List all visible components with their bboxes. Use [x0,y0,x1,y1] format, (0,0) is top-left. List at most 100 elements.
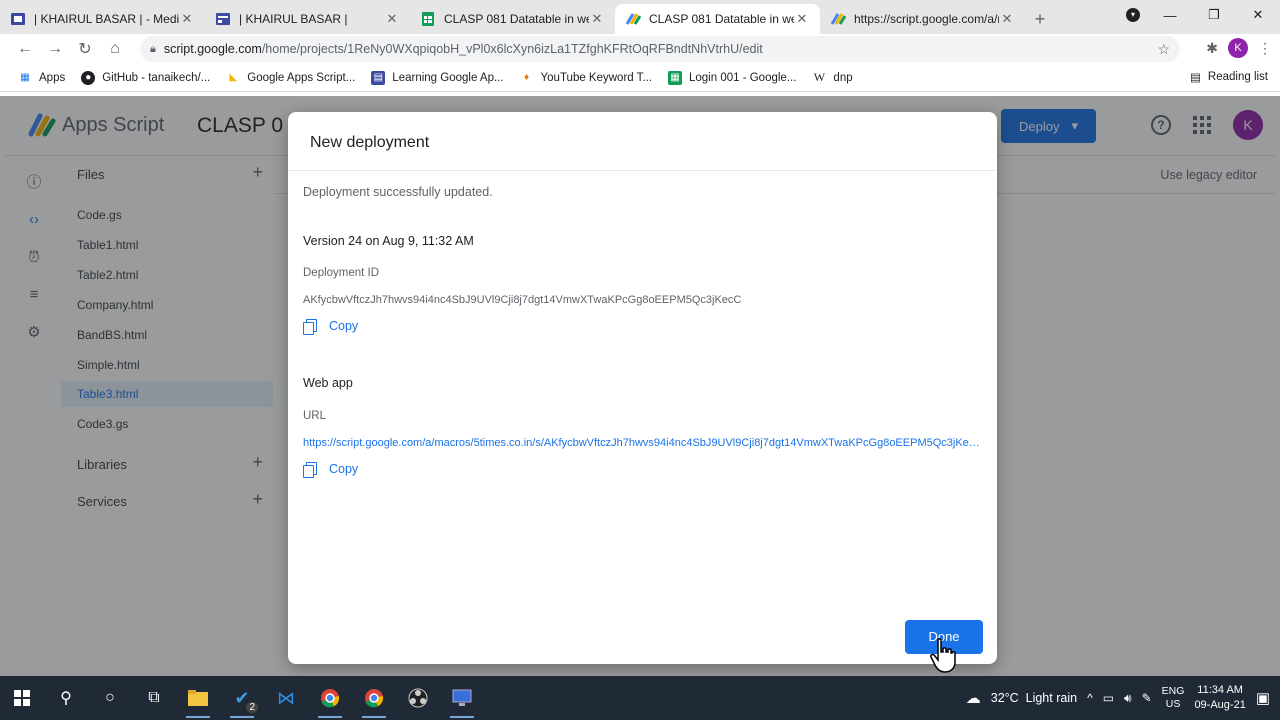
chrome-profile-icon[interactable] [352,676,396,720]
chevron-up-icon[interactable]: ^ [1087,691,1093,705]
deployment-id-value[interactable]: AKfycbwVftczJh7hwvs94i4nc4SbJ9UVl9Cji8j7… [303,294,741,306]
reading-list-button[interactable]: ▤ Reading list [1190,70,1268,84]
copy-label: Copy [329,462,359,476]
network-icon[interactable]: ▭ [1103,691,1114,705]
windows-start-icon[interactable] [0,676,44,720]
bookmark-label: GitHub - tanaikech/... [102,71,211,84]
cortana-circle-icon[interactable]: ○ [88,676,132,720]
remote-desktop-icon[interactable] [440,676,484,720]
apps-grid-icon: ▦ [20,72,30,83]
hand-pointer-cursor-icon [930,638,956,673]
tab-search-icon[interactable]: ▾ [1126,8,1140,22]
volume-icon[interactable]: 🔊︎ [1124,691,1132,706]
browser-tab-4-active[interactable]: CLASP 081 Datatable in web app ✕ [615,4,820,34]
weather-cloud-icon: ☁ [965,690,981,707]
reload-icon[interactable]: ↻ [70,39,100,59]
bookmark-github[interactable]: ● GitHub - tanaikech/... [81,70,211,85]
reading-list-icon: ▤ [1190,72,1201,84]
bookmark-label: Apps [39,71,66,84]
copy-icon [303,319,317,335]
obs-recorder-icon[interactable] [396,676,440,720]
web-app-url-link[interactable]: https://script.google.com/a/macros/5time… [303,437,983,449]
taskbar-clock[interactable]: 11:34 AM 09-Aug-21 [1194,683,1245,713]
url-text: script.google.com/home/projects/1ReNy0WX… [164,42,1158,56]
pen-icon[interactable]: ✎ [1142,691,1152,705]
menu-kebab-icon[interactable]: ⋮ [1258,40,1272,57]
bookmark-label: Login 001 - Google... [689,71,797,84]
apps-script-icon: ◣ [229,72,238,83]
system-tray: ☁ 32°C Light rain ^ ▭ 🔊︎ ✎ ENG US 11:34 A… [966,676,1280,720]
copy-deployment-id-button[interactable]: Copy [303,319,359,335]
deployment-status-message: Deployment successfully updated. [303,185,493,199]
tab-title: | KHAIRUL BASAR | - Media [34,12,179,26]
browser-tab-bar: | KHAIRUL BASAR | - Media ✕ | KHAIRUL BA… [0,0,1280,34]
back-arrow-icon[interactable]: ← [10,40,40,58]
lang-top: ENG [1161,685,1185,697]
search-icon[interactable]: ⚲ [44,676,88,720]
url-path: /home/projects/1ReNy0WXqpiqobH_vPl0x6lcX… [261,42,763,56]
copy-label: Copy [329,319,359,333]
close-icon[interactable]: ✕ [794,11,810,27]
bookmark-star-icon[interactable]: ☆ [1157,41,1170,58]
close-icon[interactable]: ✕ [384,11,400,27]
vscode-icon[interactable]: ✔ 2 [220,676,264,720]
bookmark-youtube-keyword[interactable]: ♦ YouTube Keyword T... [520,71,652,85]
clock-date: 09-Aug-21 [1194,699,1246,711]
sheets-icon: ▦ [668,70,682,85]
apps-script-icon [625,11,641,27]
extensions-puzzle-icon[interactable]: ✱ [1206,40,1218,57]
forward-arrow-icon[interactable]: → [40,40,70,58]
page-icon [215,11,231,27]
tab-title: | KHAIRUL BASAR | [239,12,348,26]
url-label: URL [303,410,327,422]
deployment-id-label: Deployment ID [303,267,380,279]
bookmark-label: Google Apps Script... [247,71,356,84]
sheets-icon [420,11,436,27]
bookmarks-bar: ▦ Apps ● GitHub - tanaikech/... ◣ Google Ap… [0,64,1280,92]
restore-icon[interactable]: ❐ [1192,7,1236,23]
dialog-divider [288,170,997,171]
close-window-icon[interactable]: ✕ [1236,7,1280,23]
browser-tab-2[interactable]: | KHAIRUL BASAR | ✕ [205,4,410,34]
close-icon[interactable]: ✕ [179,11,195,27]
bookmark-apps-script[interactable]: ◣ Google Apps Script... [226,71,355,85]
close-icon[interactable]: ✕ [589,11,605,27]
chrome-icon[interactable] [308,676,352,720]
address-bar[interactable]: 🔒︎ script.google.com/home/projects/1ReNy… [140,36,1180,62]
task-view-icon[interactable]: ⧉ [132,676,176,720]
toolbar-right: ✱ K ⋮ [1206,38,1272,58]
close-icon[interactable]: ✕ [999,11,1015,27]
file-explorer-icon[interactable] [176,676,220,720]
browser-tab-3[interactable]: CLASP 081 Datatable in web app ✕ [410,4,615,34]
notifications-icon[interactable]: ▣ [1256,689,1270,707]
browser-tab-5[interactable]: https://script.google.com/a/macros ✕ [820,4,1025,34]
browser-toolbar: ← → ↻ ⌂ 🔒︎ script.google.com/home/projec… [0,34,1280,64]
profile-avatar[interactable]: K [1228,38,1248,58]
bookmark-learning[interactable]: ▤ Learning Google Ap... [371,70,504,85]
tab-title: CLASP 081 Datatable in web app [444,12,589,26]
bookmark-label: Learning Google Ap... [392,71,504,84]
bookmark-login[interactable]: ▦ Login 001 - Google... [668,70,797,85]
browser-tab-1[interactable]: | KHAIRUL BASAR | - Media ✕ [0,4,205,34]
window-controls: — ❐ ✕ [1148,0,1280,30]
copy-url-button[interactable]: Copy [303,462,359,478]
vscode-alt-icon[interactable]: ⋈ [264,676,308,720]
flame-icon: ♦ [523,72,530,83]
bookmark-apps[interactable]: ▦ Apps [18,71,65,85]
language-indicator[interactable]: ENG US [1162,685,1185,711]
dialog-title: New deployment [310,134,430,151]
bookmark-dnp[interactable]: Wdnp [812,70,853,85]
github-icon: ● [81,70,96,85]
tab-title: https://script.google.com/a/macros [854,12,999,26]
new-deployment-dialog: New deployment Deployment successfully u… [288,112,997,664]
url-host: script.google.com [163,42,262,56]
media-icon [10,11,26,27]
home-icon[interactable]: ⌂ [100,40,130,58]
weather-text[interactable]: 32°C Light rain [991,691,1077,705]
new-tab-button[interactable]: + [1025,4,1055,34]
minimize-icon[interactable]: — [1148,8,1192,23]
wikipedia-icon: W [813,70,826,84]
clock-time: 11:34 AM [1197,684,1243,696]
copy-icon [303,462,317,478]
lock-icon[interactable]: 🔒︎ [150,43,156,56]
